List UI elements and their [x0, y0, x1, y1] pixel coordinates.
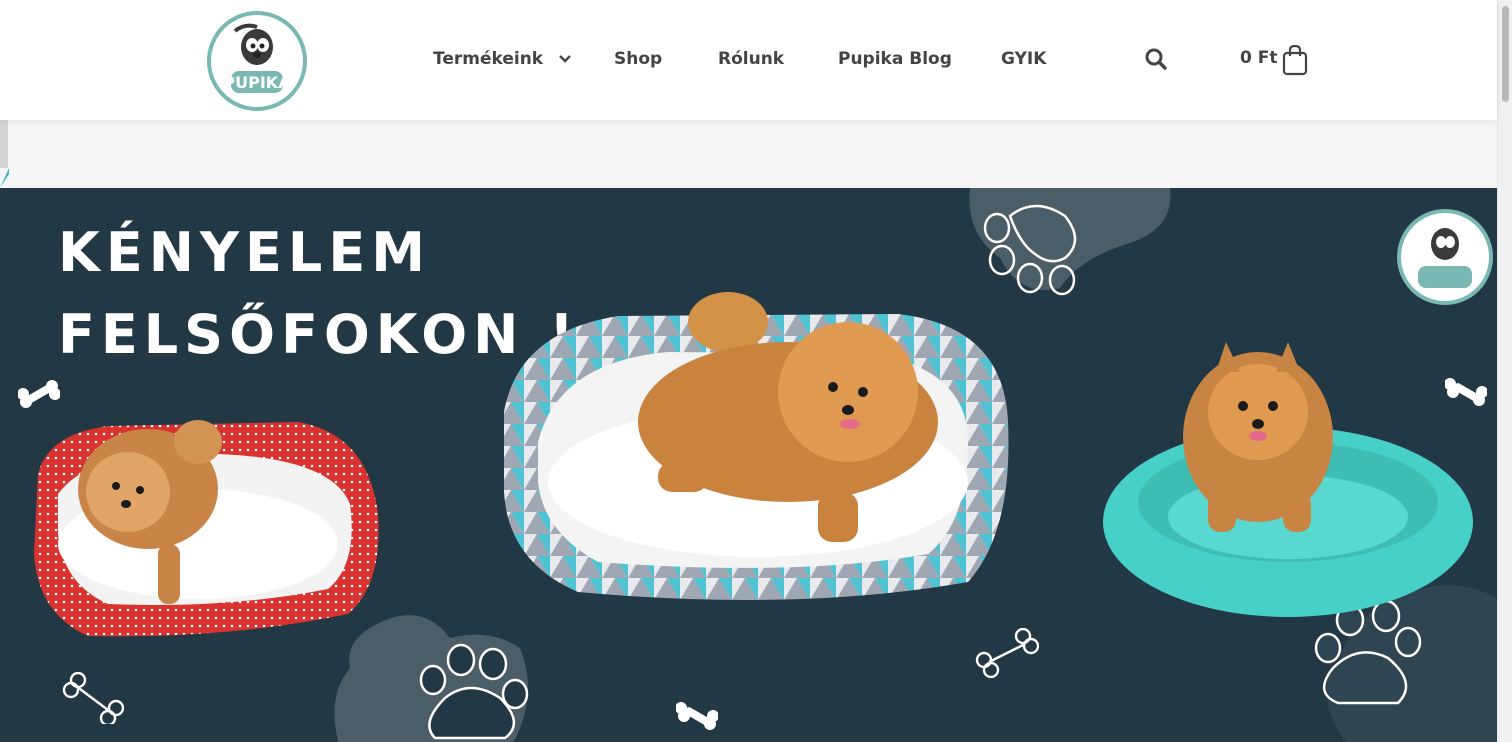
product-triangle-bed[interactable]	[498, 292, 1014, 612]
nav-item-rolunk[interactable]: Rólunk	[718, 48, 784, 70]
site-header: PUPIKA Termékeink Shop Rólunk Pupika Blo…	[0, 0, 1497, 120]
cart-total: 0 Ft	[1240, 48, 1278, 68]
bone-icon	[18, 380, 60, 408]
logo-text: PUPIKA	[223, 73, 291, 92]
nav-item-label: Termékeink	[433, 49, 544, 69]
bone-icon	[975, 628, 1039, 678]
hero-banner[interactable]: KÉNYELEM FELSŐFOKON !	[0, 188, 1497, 742]
product-red-bed[interactable]	[28, 414, 384, 646]
slider-edge	[0, 120, 8, 168]
chevron-down-icon	[559, 55, 571, 63]
page-scrollbar[interactable]	[1497, 0, 1512, 742]
spacer-band	[0, 120, 1497, 188]
nav-item-termekeink[interactable]: Termékeink	[433, 48, 571, 70]
bone-icon	[676, 702, 718, 730]
nav-item-shop[interactable]: Shop	[614, 48, 662, 70]
product-mint-bed[interactable]	[1098, 342, 1473, 632]
headline-line-1: KÉNYELEM	[58, 221, 431, 284]
shopping-bag-icon	[1282, 44, 1308, 76]
paw-print-icon	[419, 643, 529, 740]
paw-print-icon	[983, 204, 1077, 296]
pupika-badge-logo	[1397, 209, 1493, 305]
bone-icon	[62, 672, 124, 724]
pupika-logo[interactable]: PUPIKA	[205, 9, 309, 113]
search-icon[interactable]	[1144, 47, 1168, 71]
nav-item-pupika-blog[interactable]: Pupika Blog	[838, 48, 952, 70]
scrollbar-thumb[interactable]	[1502, 6, 1509, 102]
nav-item-gyik[interactable]: GYIK	[1001, 48, 1046, 70]
